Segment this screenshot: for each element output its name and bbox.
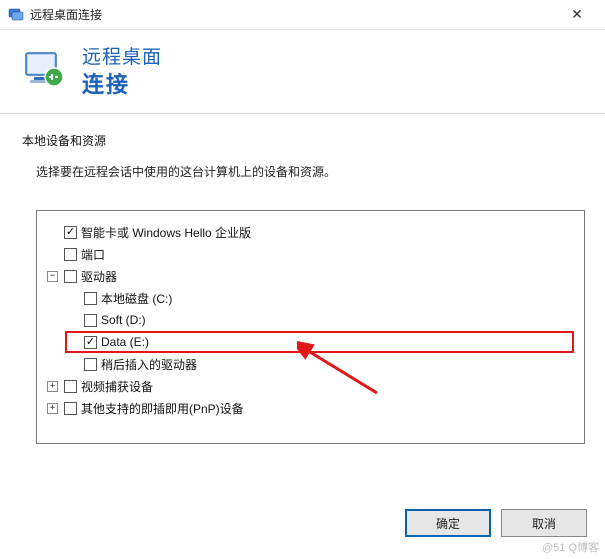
tree-item-drives: − 驱动器	[47, 265, 574, 287]
cancel-button[interactable]: 取消	[501, 509, 587, 537]
label-data-e[interactable]: Data (E:)	[101, 335, 149, 349]
label-video[interactable]: 视频捕获设备	[81, 378, 153, 395]
checkbox-ports[interactable]	[64, 248, 77, 261]
tree-item-later-drives: 稍后插入的驱动器	[67, 353, 574, 375]
checkbox-video[interactable]	[64, 380, 77, 393]
header-line1: 远程桌面	[82, 42, 162, 69]
tree-item-local-c: 本地磁盘 (C:)	[67, 287, 574, 309]
checkbox-drives[interactable]	[64, 270, 77, 283]
checkbox-soft-d[interactable]	[84, 314, 97, 327]
label-local-c[interactable]: 本地磁盘 (C:)	[101, 290, 172, 307]
dialog-buttons: 确定 取消	[405, 509, 587, 537]
checkbox-pnp[interactable]	[64, 402, 77, 415]
section-desc: 选择要在远程会话中使用的这台计算机上的设备和资源。	[36, 163, 583, 180]
tree-item-smartcard: 智能卡或 Windows Hello 企业版	[47, 221, 574, 243]
checkbox-smartcard[interactable]	[64, 226, 77, 239]
close-icon[interactable]: ✕	[557, 1, 597, 29]
checkbox-later-drives[interactable]	[84, 358, 97, 371]
label-soft-d[interactable]: Soft (D:)	[101, 313, 146, 327]
checkbox-data-e[interactable]	[84, 336, 97, 349]
label-smartcard[interactable]: 智能卡或 Windows Hello 企业版	[81, 224, 251, 241]
tree-item-ports: 端口	[47, 243, 574, 265]
label-ports[interactable]: 端口	[81, 246, 105, 263]
tree-item-soft-d: Soft (D:)	[67, 309, 574, 331]
tree-item-data-e: Data (E:)	[65, 331, 574, 353]
dialog-header: 远程桌面 连接	[0, 30, 605, 114]
tree-item-pnp: + 其他支持的即插即用(PnP)设备	[47, 397, 574, 419]
rdp-big-icon	[20, 47, 68, 95]
watermark: @51 Q博客	[542, 539, 599, 555]
ok-button[interactable]: 确定	[405, 509, 491, 537]
label-drives[interactable]: 驱动器	[81, 268, 117, 285]
device-tree: 智能卡或 Windows Hello 企业版 端口 − 驱动器 本地磁盘 (C:…	[47, 221, 574, 419]
expander-video[interactable]: +	[47, 381, 58, 392]
window-title: 远程桌面连接	[30, 6, 102, 23]
label-pnp[interactable]: 其他支持的即插即用(PnP)设备	[81, 400, 244, 417]
tree-item-video: + 视频捕获设备	[47, 375, 574, 397]
local-resources-section: 本地设备和资源 选择要在远程会话中使用的这台计算机上的设备和资源。	[0, 114, 605, 210]
rdp-app-icon	[8, 7, 24, 23]
titlebar: 远程桌面连接 ✕	[0, 0, 605, 30]
label-later-drives[interactable]: 稍后插入的驱动器	[101, 356, 197, 373]
expander-drives[interactable]: −	[47, 271, 58, 282]
checkbox-local-c[interactable]	[84, 292, 97, 305]
section-title: 本地设备和资源	[22, 132, 583, 149]
header-line2: 连接	[82, 67, 162, 99]
expander-pnp[interactable]: +	[47, 403, 58, 414]
device-tree-box: 智能卡或 Windows Hello 企业版 端口 − 驱动器 本地磁盘 (C:…	[36, 210, 585, 444]
